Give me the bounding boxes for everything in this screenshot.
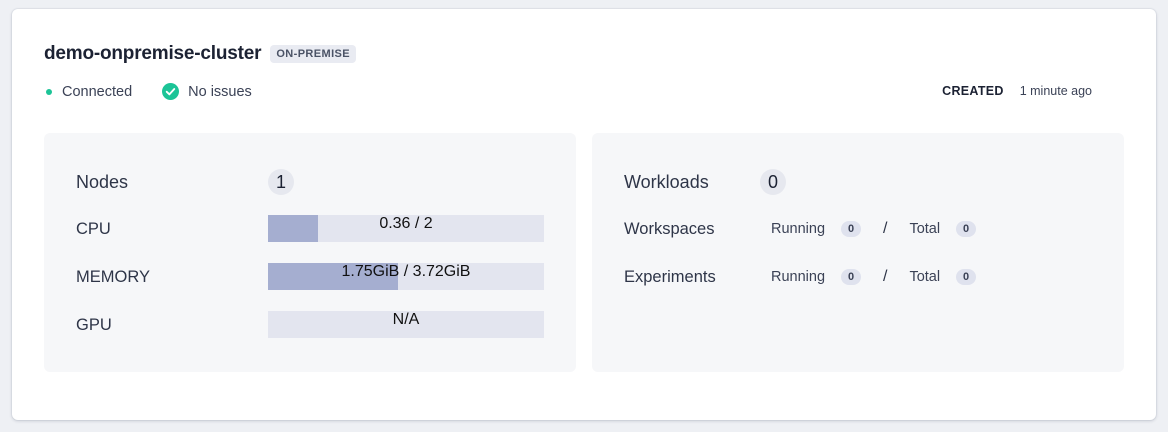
memory-usage-bar: 1.75GiB / 3.72GiB: [268, 263, 544, 290]
experiments-total-label: Total: [909, 269, 941, 285]
check-circle-icon: [162, 83, 180, 100]
workloads-panel: Workloads 0 Workspaces Running 0 / Total…: [592, 133, 1124, 372]
workspaces-total-label: Total: [909, 221, 941, 237]
workspaces-total-count: 0: [956, 221, 977, 237]
cpu-usage-text: 0.36 / 2: [379, 215, 433, 232]
experiments-running-count: 0: [841, 269, 862, 285]
experiments-separator: /: [883, 268, 888, 285]
cpu-usage-bar: 0.36 / 2: [268, 215, 544, 242]
issues-status: No issues: [188, 83, 252, 100]
connection-status: Connected: [62, 83, 133, 100]
resources-panel: Nodes 1 CPU 0.36 / 2 MEMORY 1.75GiB / 3.…: [44, 133, 576, 372]
workloads-count: 0: [760, 169, 786, 195]
workspaces-running-count: 0: [841, 221, 862, 237]
created-info: CREATED 1 minute ago: [942, 84, 1092, 98]
workspaces-running-label: Running: [771, 221, 826, 237]
gpu-label: GPU: [76, 316, 112, 334]
status-row: Connected No issues: [44, 83, 252, 100]
gpu-usage-bar: N/A: [268, 311, 544, 338]
connected-status-dot-icon: [46, 88, 52, 95]
experiments-label[interactable]: Experiments: [624, 268, 716, 287]
experiments-total-count: 0: [956, 269, 977, 285]
cluster-name[interactable]: demo-onpremise-cluster: [44, 43, 262, 65]
cluster-header: demo-onpremise-cluster ON-PREMISE: [44, 43, 357, 65]
nodes-label: Nodes: [76, 172, 129, 192]
cluster-type-badge: ON-PREMISE: [270, 45, 357, 63]
nodes-count: 1: [268, 169, 294, 195]
cluster-card[interactable]: demo-onpremise-cluster ON-PREMISE Connec…: [12, 9, 1156, 420]
experiments-stats: Running 0 / Total 0: [771, 268, 977, 286]
workspaces-label[interactable]: Workspaces: [624, 220, 714, 239]
created-label: CREATED: [942, 84, 1004, 98]
experiments-running-label: Running: [771, 269, 826, 285]
workspaces-stats: Running 0 / Total 0: [771, 220, 977, 238]
cpu-label: CPU: [76, 220, 111, 238]
gpu-usage-text: N/A: [392, 311, 420, 328]
created-value: 1 minute ago: [1019, 84, 1092, 98]
memory-usage-text: 1.75GiB / 3.72GiB: [341, 263, 471, 280]
workloads-label: Workloads: [624, 172, 709, 192]
workspaces-separator: /: [883, 220, 888, 237]
memory-label: MEMORY: [76, 268, 150, 286]
